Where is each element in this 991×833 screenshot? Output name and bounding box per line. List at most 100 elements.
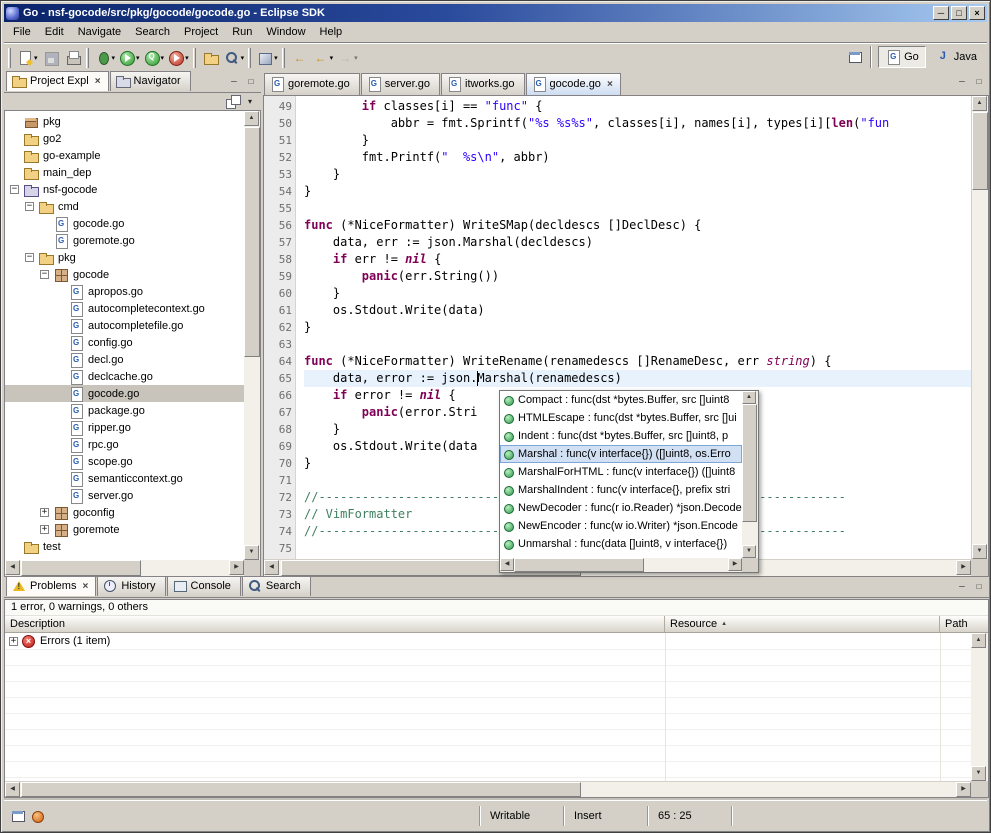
- popup-vertical-scrollbar[interactable]: ▲ ▼: [742, 391, 758, 558]
- code-line-51[interactable]: 51 }: [264, 132, 971, 149]
- autocomplete-item[interactable]: Unmarshal : func(data []uint8, v interfa…: [500, 535, 742, 553]
- code-line-62[interactable]: 62}: [264, 319, 971, 336]
- scroll-down-icon[interactable]: ▼: [972, 544, 987, 559]
- problems-row[interactable]: +Errors (1 item): [5, 633, 971, 650]
- view-menu-button[interactable]: ▾: [242, 95, 258, 109]
- new-wizard-button[interactable]: ▾: [15, 46, 40, 70]
- tree-item-autocompletefile-go[interactable]: autocompletefile.go: [5, 317, 244, 334]
- minimize-editor-button[interactable]: ─: [954, 75, 970, 89]
- tree-item-pkg[interactable]: −pkg: [5, 249, 244, 266]
- back-button[interactable]: ←▾: [311, 46, 336, 70]
- autocomplete-item[interactable]: MarshalForHTML : func(v interface{}) ([]…: [500, 463, 742, 481]
- open-resource-button[interactable]: [200, 46, 222, 70]
- autocomplete-item[interactable]: NewEncoder : func(w io.Writer) *json.Enc…: [500, 517, 742, 535]
- code-line-55[interactable]: 55: [264, 200, 971, 217]
- tree-item-server-go[interactable]: server.go: [5, 487, 244, 504]
- external-tools-button[interactable]: ▾: [166, 46, 191, 70]
- tab-search[interactable]: Search: [242, 576, 311, 596]
- dropdown-arrow-icon[interactable]: ▾: [185, 54, 189, 62]
- maximize-view-button[interactable]: □: [243, 75, 259, 89]
- code-line-63[interactable]: 63: [264, 336, 971, 353]
- code-line-53[interactable]: 53 }: [264, 166, 971, 183]
- tab-goremote-go[interactable]: goremote.go: [264, 73, 360, 95]
- tree-item-declcache-go[interactable]: declcache.go: [5, 368, 244, 385]
- collapse-all-button[interactable]: [225, 94, 241, 110]
- code-line-49[interactable]: 49 if classes[i] == "func" {: [264, 98, 971, 115]
- tab-problems[interactable]: Problems×: [6, 576, 96, 596]
- code-line-60[interactable]: 60 }: [264, 285, 971, 302]
- print-button[interactable]: [62, 46, 84, 70]
- close-button[interactable]: ×: [969, 6, 985, 20]
- scroll-down-icon[interactable]: ▼: [971, 766, 986, 781]
- menu-search[interactable]: Search: [128, 23, 177, 41]
- tab-console[interactable]: Console: [167, 576, 241, 596]
- menu-help[interactable]: Help: [313, 23, 350, 41]
- code-line-65[interactable]: 65 data, error := json.Marshal(renamedes…: [264, 370, 971, 387]
- menu-navigate[interactable]: Navigate: [71, 23, 128, 41]
- tree-item-goremote-go[interactable]: goremote.go: [5, 232, 244, 249]
- code-line-61[interactable]: 61 os.Stdout.Write(data): [264, 302, 971, 319]
- scroll-thumb[interactable]: [972, 112, 988, 190]
- tree-item-go2[interactable]: go2: [5, 130, 244, 147]
- dropdown-arrow-icon[interactable]: ▾: [112, 54, 116, 62]
- error-log-icon[interactable]: [29, 808, 45, 824]
- close-tab-icon[interactable]: ×: [607, 79, 613, 90]
- scroll-up-icon[interactable]: ▲: [972, 96, 987, 111]
- scroll-up-icon[interactable]: ▲: [742, 391, 756, 404]
- dropdown-arrow-icon[interactable]: ▾: [330, 54, 334, 62]
- scroll-right-icon[interactable]: ▶: [229, 560, 244, 575]
- scroll-right-icon[interactable]: ▶: [728, 558, 742, 571]
- scroll-down-icon[interactable]: ▼: [244, 545, 259, 560]
- expand-icon[interactable]: +: [40, 525, 49, 534]
- code-line-64[interactable]: 64func (*NiceFormatter) WriteRename(rena…: [264, 353, 971, 370]
- scroll-up-icon[interactable]: ▲: [971, 633, 986, 648]
- menu-project[interactable]: Project: [177, 23, 225, 41]
- tab-server-go[interactable]: server.go: [361, 73, 440, 95]
- tree-item-gocode-go[interactable]: gocode.go: [5, 215, 244, 232]
- tab-navigator[interactable]: Navigator: [110, 71, 191, 91]
- tree-item-go-example[interactable]: go-example: [5, 147, 244, 164]
- autocomplete-item[interactable]: Indent : func(dst *bytes.Buffer, src []u…: [500, 427, 742, 445]
- scroll-left-icon[interactable]: ◀: [5, 560, 20, 575]
- dropdown-arrow-icon[interactable]: ▾: [34, 54, 38, 62]
- problems-horizontal-scrollbar[interactable]: ◀ ▶: [5, 781, 971, 797]
- menu-run[interactable]: Run: [225, 23, 259, 41]
- tree-item-autocompletecontext-go[interactable]: autocompletecontext.go: [5, 300, 244, 317]
- maximize-button[interactable]: □: [951, 6, 967, 20]
- tab-gocode-go[interactable]: gocode.go×: [526, 73, 621, 95]
- close-tab-icon[interactable]: ×: [82, 581, 88, 592]
- column-header-resource[interactable]: Resource▲: [665, 616, 940, 632]
- expand-icon[interactable]: +: [40, 508, 49, 517]
- open-type-button[interactable]: ▾: [255, 46, 280, 70]
- tree-item-package-go[interactable]: package.go: [5, 402, 244, 419]
- popup-horizontal-scrollbar[interactable]: ◀ ▶: [500, 558, 742, 572]
- autocomplete-item[interactable]: MarshalIndent : func(v interface{}, pref…: [500, 481, 742, 499]
- scroll-down-icon[interactable]: ▼: [742, 545, 756, 558]
- explorer-horizontal-scrollbar[interactable]: ◀ ▶: [5, 560, 244, 576]
- perspective-java-button[interactable]: Java: [928, 46, 984, 68]
- tab-project-explorer[interactable]: Project Expl×: [6, 71, 109, 91]
- perspective-go-button[interactable]: Go: [878, 46, 926, 68]
- scroll-up-icon[interactable]: ▲: [244, 111, 259, 126]
- debug-button[interactable]: ▾: [93, 46, 118, 70]
- search-button[interactable]: ▾: [222, 46, 247, 70]
- last-edit-location-button[interactable]: ←: [289, 46, 311, 70]
- tree-item-apropos-go[interactable]: apropos.go: [5, 283, 244, 300]
- tab-history[interactable]: History: [97, 576, 165, 596]
- scroll-left-icon[interactable]: ◀: [500, 558, 514, 571]
- scroll-right-icon[interactable]: ▶: [956, 560, 971, 575]
- close-tab-icon[interactable]: ×: [95, 76, 101, 87]
- menu-file[interactable]: File: [6, 23, 38, 41]
- editor-vertical-scrollbar[interactable]: ▲ ▼: [971, 96, 988, 559]
- scroll-thumb[interactable]: [21, 560, 141, 576]
- tree-item-semanticcontext-go[interactable]: semanticcontext.go: [5, 470, 244, 487]
- title-bar[interactable]: Go - nsf-gocode/src/pkg/gocode/gocode.go…: [4, 4, 987, 22]
- tree-item-gocode-go[interactable]: gocode.go: [5, 385, 244, 402]
- scroll-thumb[interactable]: [21, 782, 581, 797]
- menu-window[interactable]: Window: [259, 23, 312, 41]
- dropdown-arrow-icon[interactable]: ▾: [274, 54, 278, 62]
- scroll-left-icon[interactable]: ◀: [5, 782, 20, 797]
- save-button[interactable]: [40, 46, 62, 70]
- code-line-52[interactable]: 52 fmt.Printf(" %s\n", abbr): [264, 149, 971, 166]
- code-line-54[interactable]: 54}: [264, 183, 971, 200]
